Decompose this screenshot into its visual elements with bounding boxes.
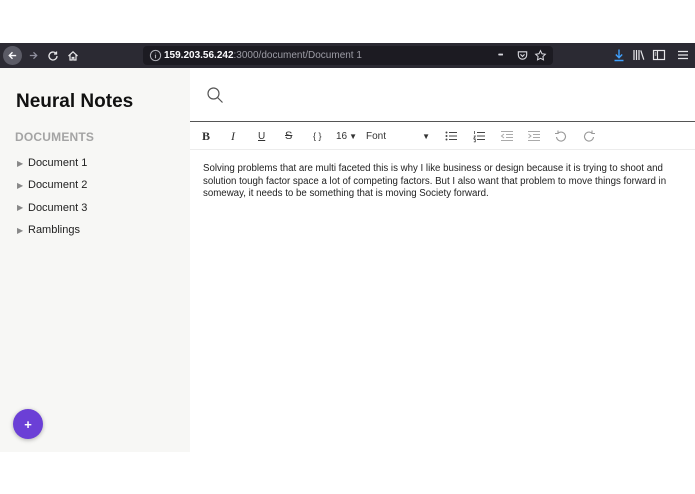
caret-right-icon: ▶ xyxy=(17,180,24,190)
browser-toolbar: 159.203.56.242:3000/document/Document 1 … xyxy=(0,43,695,68)
editor-pane: B I U S { } 16 ▼ Font ▼ Solving problems t… xyxy=(190,68,695,452)
url-text: 159.203.56.242:3000/document/Document 1 xyxy=(164,49,362,62)
pocket-icon[interactable] xyxy=(516,49,529,62)
font-family-value: Font xyxy=(366,130,387,142)
document-label: Document 2 xyxy=(28,179,88,192)
bullet-list-icon[interactable] xyxy=(444,129,458,143)
caret-down-icon: ▼ xyxy=(422,131,430,141)
url-path: :3000/document/Document 1 xyxy=(233,50,362,61)
numbered-list-icon[interactable] xyxy=(472,129,486,143)
hamburger-menu-icon[interactable] xyxy=(676,48,690,62)
sidebar: Neural Notes DOCUMENTS ▶ Document 1 ▶ Docu… xyxy=(0,68,190,452)
italic-button[interactable]: I xyxy=(231,129,235,143)
info-icon[interactable] xyxy=(149,49,162,62)
app: Neural Notes DOCUMENTS ▶ Document 1 ▶ Docu… xyxy=(0,68,695,452)
undo-icon[interactable] xyxy=(554,129,568,143)
url-bar[interactable]: 159.203.56.242:3000/document/Document 1 … xyxy=(143,46,553,65)
document-item-1[interactable]: ▶ Document 1 xyxy=(17,152,87,174)
library-icon[interactable] xyxy=(632,48,646,62)
caret-right-icon: ▶ xyxy=(17,225,24,235)
reload-icon xyxy=(48,50,58,61)
home-button[interactable] xyxy=(66,47,80,64)
indent-icon[interactable] xyxy=(527,129,541,143)
caret-right-icon: ▶ xyxy=(17,203,24,213)
document-list: ▶ Document 1 ▶ Document 2 ▶ Document 3 ▶ Ram… xyxy=(17,152,87,241)
download-icon[interactable] xyxy=(612,48,626,62)
bold-button[interactable]: B xyxy=(202,129,210,143)
font-family-select[interactable]: Font ▼ xyxy=(366,129,430,143)
document-label: Document 3 xyxy=(28,201,88,214)
search-icon[interactable] xyxy=(206,86,224,104)
arrow-right-icon xyxy=(29,51,38,60)
page-bottom xyxy=(0,452,695,494)
arrow-left-icon xyxy=(8,51,17,60)
bookmark-star-icon[interactable] xyxy=(534,49,547,62)
forward-button[interactable] xyxy=(26,47,40,64)
back-button[interactable] xyxy=(3,46,22,65)
redo-icon[interactable] xyxy=(582,129,596,143)
code-button[interactable]: { } xyxy=(313,129,322,143)
app-title: Neural Notes xyxy=(16,91,134,112)
document-label: Ramblings xyxy=(28,224,80,237)
sidebar-toggle-icon[interactable] xyxy=(652,48,666,62)
outdent-icon[interactable] xyxy=(500,129,514,143)
font-size-select[interactable]: 16 ▼ xyxy=(336,129,357,143)
add-document-button[interactable]: + xyxy=(13,409,43,439)
editor-toolbar: B I U S { } 16 ▼ Font ▼ xyxy=(190,122,695,150)
document-item-3[interactable]: ▶ Document 3 xyxy=(17,197,87,219)
document-label: Document 1 xyxy=(28,157,88,170)
reload-button[interactable] xyxy=(46,47,60,64)
caret-down-icon: ▼ xyxy=(349,131,358,141)
underline-button[interactable]: U xyxy=(258,129,265,143)
document-item-2[interactable]: ▶ Document 2 xyxy=(17,174,87,196)
page-actions-icon[interactable]: ••• xyxy=(498,49,511,62)
url-host: 159.203.56.242 xyxy=(164,50,234,61)
document-body[interactable]: Solving problems that are multi faceted … xyxy=(203,163,683,201)
documents-heading: DOCUMENTS xyxy=(15,130,95,144)
home-icon xyxy=(68,50,78,61)
font-size-value: 16 xyxy=(336,130,348,142)
strikethrough-button[interactable]: S xyxy=(285,129,292,143)
caret-right-icon: ▶ xyxy=(17,158,24,168)
document-item-ramblings[interactable]: ▶ Ramblings xyxy=(17,219,87,241)
